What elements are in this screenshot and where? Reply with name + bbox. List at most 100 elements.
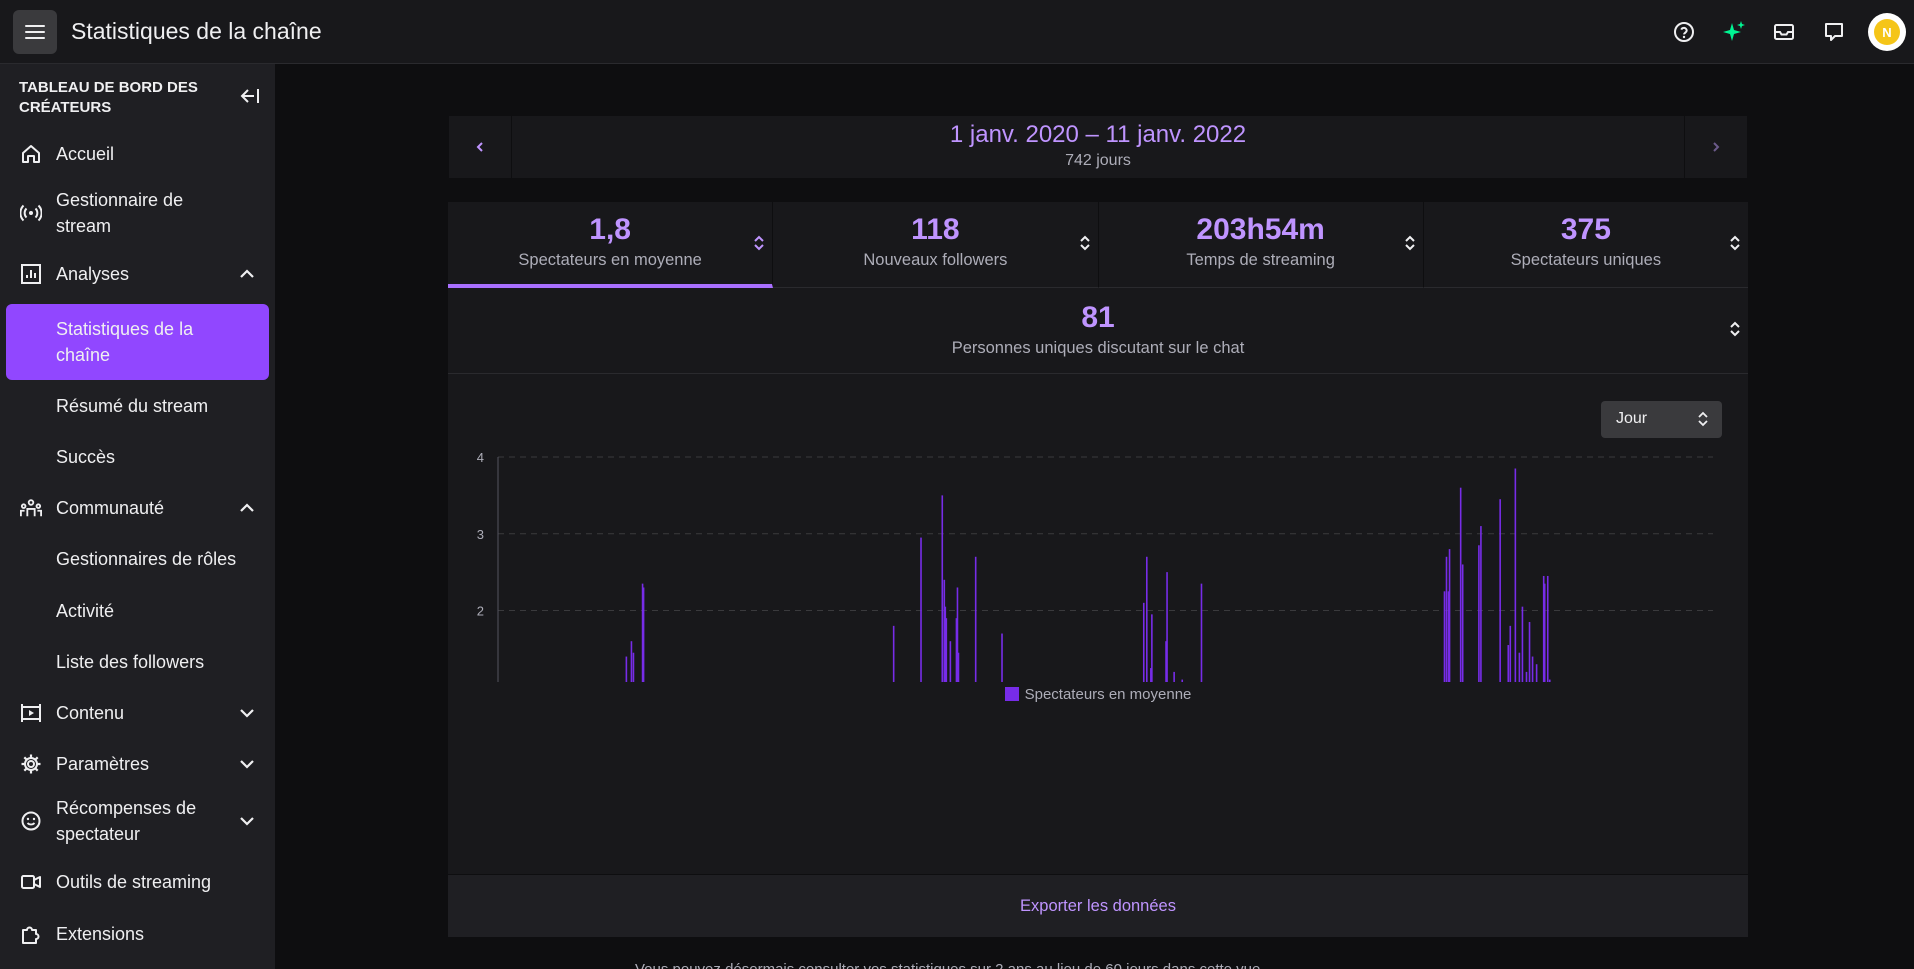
- date-range-days: 742 jours: [1065, 152, 1131, 169]
- chart-bar: [892, 625, 895, 682]
- sidebar-item-label: Analyses: [56, 264, 130, 284]
- sidebar-item-streaming-tools[interactable]: Outils de streaming: [6, 862, 269, 902]
- export-data-label: Exporter les données: [1020, 897, 1176, 915]
- main-content: 1 janv. 2020 – 11 janv. 2022 742 jours 1…: [275, 64, 1914, 969]
- chart-bar: [941, 495, 944, 682]
- help-icon: [1674, 22, 1694, 42]
- whispers-button[interactable]: [1816, 12, 1852, 52]
- inbox-button[interactable]: [1766, 12, 1802, 52]
- date-range-selector: 1 janv. 2020 – 11 janv. 2022 742 jours: [448, 115, 1748, 179]
- date-range-label[interactable]: 1 janv. 2020 – 11 janv. 2022: [512, 120, 1684, 150]
- sidebar-item-extensions[interactable]: Extensions: [6, 914, 269, 954]
- chart-bar: [1146, 556, 1148, 682]
- sidebar-item-role-managers[interactable]: Gestionnaires de rôles: [6, 539, 269, 579]
- kpi-unique-chatters[interactable]: 81 Personnes uniques discutant sur le ch…: [448, 288, 1748, 374]
- chart-bar: [920, 537, 922, 682]
- y-tick-label: 1: [477, 680, 484, 682]
- sidebar-item-stream-manager[interactable]: Gestionnaire de stream: [6, 186, 269, 240]
- sidebar-item-achievements[interactable]: Succès: [6, 437, 269, 477]
- broadcast-icon: [20, 202, 42, 224]
- mail-icon: [1774, 24, 1794, 40]
- chart-bar: [642, 587, 645, 682]
- sidebar-item-viewer-rewards[interactable]: Récompenses de spectateur: [6, 794, 269, 848]
- sidebar-item-stream-summary[interactable]: Résumé du stream: [6, 386, 269, 426]
- previous-period-button[interactable]: [449, 116, 512, 178]
- sidebar-item-label: Accueil: [56, 144, 115, 164]
- chevron-right-icon: [1713, 142, 1720, 152]
- puzzle-icon: [20, 923, 42, 945]
- kpi-new-followers[interactable]: 118 Nouveaux followers: [773, 202, 1099, 288]
- sidebar-item-label: Résumé du stream: [56, 396, 209, 416]
- chart-bar: [1001, 633, 1003, 682]
- sidebar-item-label: Extensions: [56, 924, 145, 944]
- help-button[interactable]: [1666, 12, 1702, 52]
- chart-bar: [1543, 583, 1546, 682]
- sidebar-item-accueil[interactable]: Accueil: [6, 134, 269, 174]
- sidebar-title: TABLEAU DE BORD DES CRÉATEURS: [19, 79, 198, 116]
- creator-dashboard-sidebar: TABLEAU DE BORD DES CRÉATEURS Accueil Ge…: [0, 64, 275, 969]
- analytics-icon: [20, 263, 42, 285]
- content-icon: [20, 702, 42, 724]
- average-viewers-chart: 012341 janv.5 juil.7 janv.12 juil.: [477, 450, 1713, 682]
- sidebar-item-followers-list[interactable]: Liste des followers: [6, 642, 269, 682]
- home-icon: [20, 143, 42, 165]
- sidebar-item-activity[interactable]: Activité: [6, 591, 269, 631]
- chart-bar: [1443, 591, 1446, 682]
- menu-button[interactable]: [13, 9, 57, 54]
- chart-bar: [1525, 671, 1528, 682]
- sort-icon: [1405, 235, 1415, 251]
- chart-bar: [1528, 622, 1531, 682]
- chart-bar: [1448, 549, 1451, 682]
- sidebar-item-settings[interactable]: Paramètres: [6, 744, 269, 784]
- chart-bar: [1480, 526, 1482, 682]
- y-tick-label: 2: [477, 604, 484, 619]
- chart-bar: [1507, 645, 1510, 682]
- hamburger-icon: [25, 24, 45, 39]
- chevron-down-icon: [240, 817, 254, 826]
- kpi-streaming-time[interactable]: 203h54m Temps de streaming: [1098, 202, 1424, 288]
- user-avatar[interactable]: N: [1868, 13, 1906, 51]
- chart-bar: [1461, 564, 1464, 682]
- chart-bar: [1478, 545, 1480, 682]
- chart-bar: [1514, 468, 1517, 682]
- sparkle-button[interactable]: [1716, 12, 1752, 52]
- settings-icon: [20, 753, 42, 775]
- community-icon: [20, 497, 42, 519]
- chart-bar: [1518, 652, 1521, 682]
- chart-bar: [1445, 556, 1448, 682]
- kpi-average-viewers[interactable]: 1,8 Spectateurs en moyenne: [448, 202, 774, 288]
- sidebar-item-channel-stats[interactable]: Statistiques de la chaîne: [6, 304, 269, 380]
- chevron-down-icon: [240, 709, 254, 718]
- sidebar-item-label: Outils de streaming: [56, 872, 212, 892]
- footer-note: Vous pouvez désormais consulter vos stat…: [635, 961, 1535, 969]
- export-data-button[interactable]: Exporter les données: [448, 874, 1748, 937]
- kpi-label: Personnes uniques discutant sur le chat: [951, 339, 1245, 357]
- chart-bar: [1200, 583, 1203, 682]
- chevron-up-icon: [240, 503, 254, 512]
- next-period-button[interactable]: [1684, 116, 1747, 178]
- top-bar: Statistiques de la chaîne N: [0, 0, 1914, 64]
- sidebar-item-label: Gestionnaire de stream: [56, 190, 184, 236]
- sidebar-item-label: Paramètres: [56, 754, 150, 774]
- legend-label: Spectateurs en moyenne: [1024, 686, 1192, 703]
- chart-bar: [632, 652, 635, 682]
- chart-bar: [1535, 664, 1538, 682]
- chevron-left-icon: [476, 142, 483, 152]
- sidebar-item-label: Liste des followers: [56, 652, 205, 672]
- sidebar-item-label: Activité: [56, 601, 115, 621]
- sort-icon: [1079, 235, 1090, 251]
- kpi-value: 118: [911, 213, 960, 246]
- kpi-label: Temps de streaming: [1186, 251, 1335, 269]
- sidebar-item-analyses[interactable]: Analyses: [6, 254, 269, 294]
- sidebar-item-content[interactable]: Contenu: [6, 693, 269, 733]
- sort-icon: [1730, 235, 1740, 251]
- collapse-sidebar-button[interactable]: [237, 84, 261, 108]
- y-tick-label: 3: [477, 527, 484, 542]
- rewards-icon: [20, 810, 42, 832]
- sidebar-item-label: Communauté: [56, 498, 165, 518]
- camera-icon: [20, 871, 42, 893]
- sidebar-item-label: Succès: [56, 447, 116, 467]
- sidebar-item-community[interactable]: Communauté: [6, 488, 269, 528]
- kpi-unique-viewers[interactable]: 375 Spectateurs uniques: [1423, 202, 1748, 288]
- y-tick-label: 4: [477, 450, 484, 465]
